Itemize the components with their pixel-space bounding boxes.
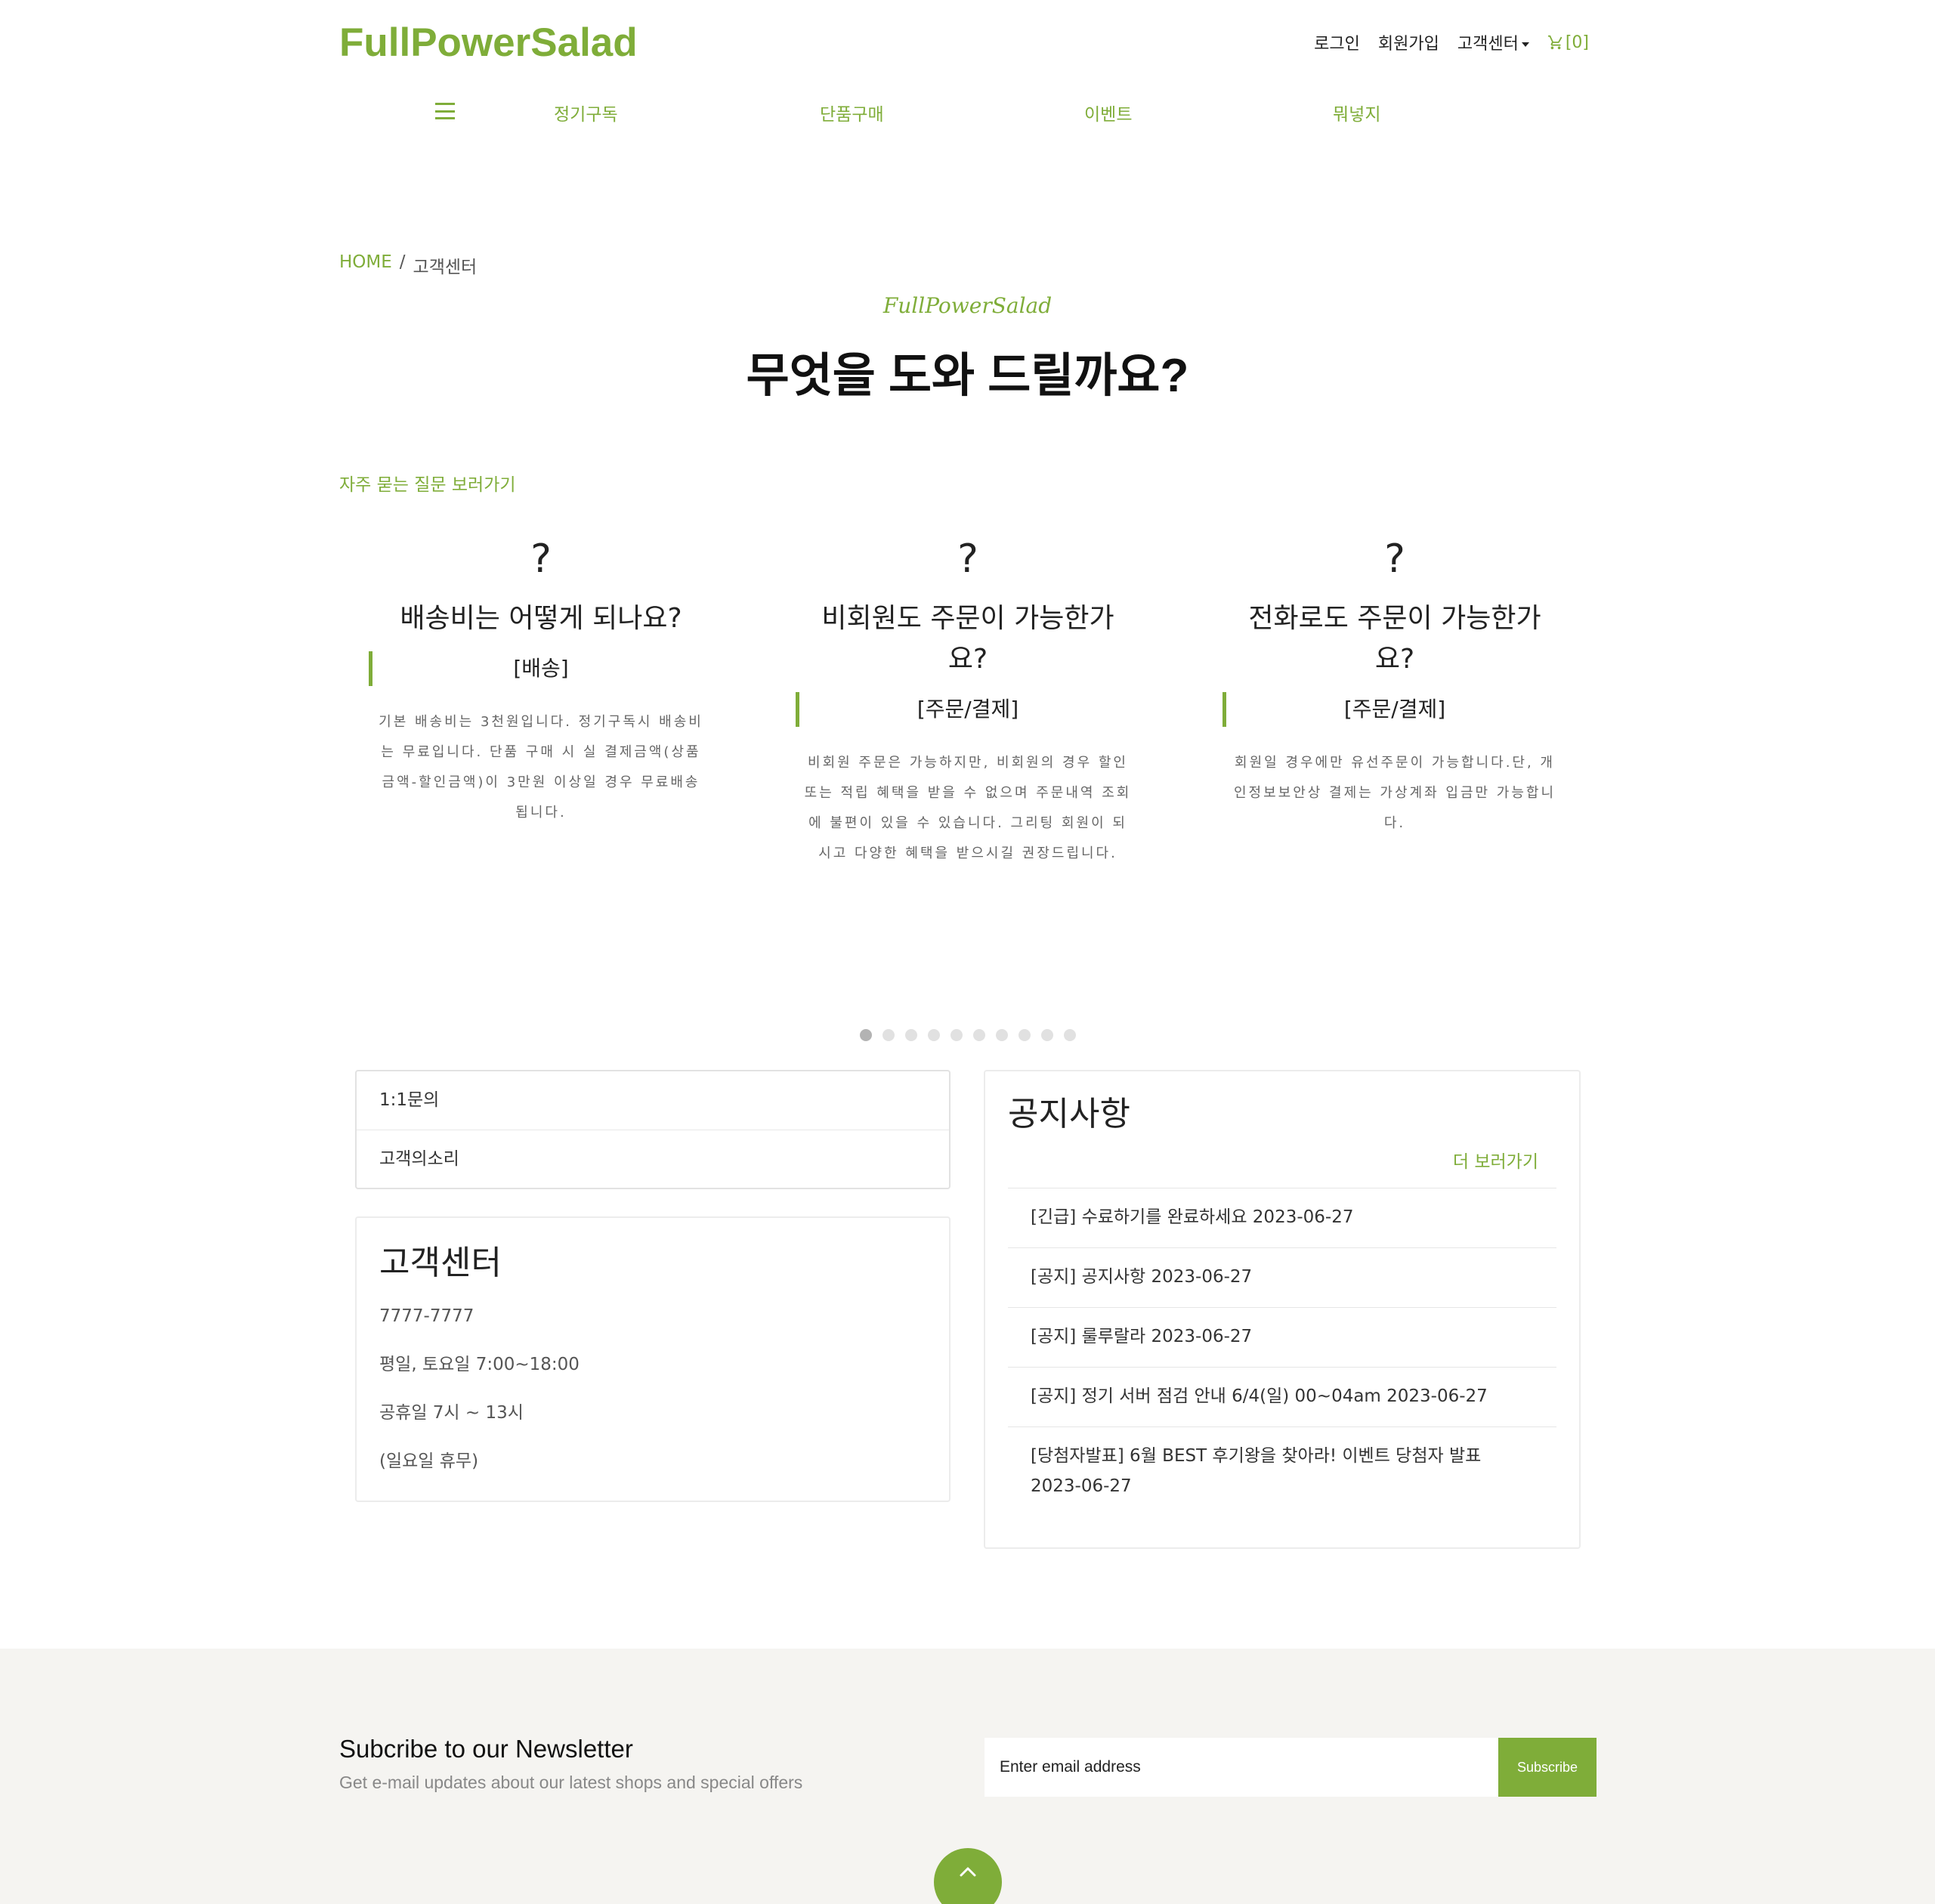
carousel-pagination (0, 1029, 1935, 1041)
cart-icon (1547, 35, 1563, 50)
notice-item[interactable]: [당첨자발표] 6월 BEST 후기왕을 찾아라! 이벤트 당첨자 발표 202… (1008, 1426, 1556, 1516)
inquiry-customer-voice[interactable]: 고객의소리 (357, 1130, 949, 1188)
cart-count: [0] (1565, 32, 1589, 52)
notice-item[interactable]: [공지] 룰루랄라 2023-06-27 (1008, 1307, 1556, 1367)
breadcrumb: HOME / 고객센터 (339, 252, 477, 278)
hero-brand: FullPowerSalad (882, 293, 1053, 318)
faq-link[interactable]: 자주 묻는 질문 보러가기 (339, 470, 516, 496)
notice-more-link[interactable]: 더 보러가기 (1008, 1147, 1556, 1177)
notice-card: 공지사항 더 보러가기 [긴급] 수료하기를 완료하세요 2023-06-27 … (984, 1070, 1581, 1549)
faq-card[interactable]: ? 전화로도 주문이 가능한가요? [주문/결제] 회원일 경우에만 유선주문이… (1221, 529, 1569, 839)
faq-category: [주문/결제] (916, 697, 1019, 722)
caret-down-icon (1521, 42, 1529, 47)
accent-bar (369, 651, 372, 686)
chevron-up-icon (960, 1867, 976, 1877)
nav-event[interactable]: 이벤트 (1084, 100, 1132, 125)
nav-single-purchase[interactable]: 단품구매 (820, 100, 884, 125)
faq-category: [주문/결제] (1343, 697, 1446, 722)
carousel-dot[interactable] (859, 1029, 872, 1041)
faq-answer: 비회원 주문은 가능하지만, 비회원의 경우 할인 또는 적립 혜택을 받을 수… (804, 755, 1132, 861)
faq-card[interactable]: ? 비회원도 주문이 가능한가요? [주문/결제] 비회원 주문은 가능하지만,… (794, 529, 1142, 869)
newsletter-subtitle: Get e-mail updates about our latest shop… (339, 1773, 803, 1792)
carousel-dot[interactable] (1063, 1029, 1076, 1041)
notice-item[interactable]: [긴급] 수료하기를 완료하세요 2023-06-27 (1008, 1188, 1556, 1247)
nav-what-to-add[interactable]: 뭐넣지 (1333, 100, 1380, 125)
page-title: 무엇을 도와 드릴까요? (746, 350, 1189, 402)
support-dropdown[interactable]: 고객센터 (1457, 30, 1529, 54)
notice-list: [긴급] 수료하기를 완료하세요 2023-06-27 [공지] 공지사항 20… (1008, 1188, 1556, 1516)
accent-bar (796, 692, 799, 727)
faq-card[interactable]: ? 배송비는 어떻게 되나요? [배송] 기본 배송비는 3천원입니다. 정기구… (367, 529, 715, 828)
carousel-dot[interactable] (904, 1029, 917, 1041)
faq-title: 배송비는 어떻게 되나요? (400, 603, 682, 634)
accent-bar (1223, 692, 1226, 727)
breadcrumb-current: 고객센터 (413, 258, 478, 277)
subscribe-button[interactable]: Subscribe (1498, 1738, 1597, 1797)
signup-link[interactable]: 회원가입 (1378, 30, 1439, 54)
login-link[interactable]: 로그인 (1314, 30, 1360, 54)
weekday-hours: 평일, 토요일 7:00~18:00 (379, 1355, 580, 1374)
top-links: 로그인 회원가입 고객센터 [0] (1314, 30, 1589, 54)
customer-center-title: 고객센터 (379, 1244, 502, 1282)
closed-day: (일요일 휴무) (379, 1451, 479, 1471)
carousel-dot[interactable] (950, 1029, 963, 1041)
newsletter-title: Subcribe to our Newsletter (339, 1735, 633, 1763)
email-input[interactable] (985, 1738, 1498, 1797)
carousel-dot[interactable] (882, 1029, 895, 1041)
carousel-dot[interactable] (1018, 1029, 1031, 1041)
inquiry-one-to-one[interactable]: 1:1문의 (357, 1071, 949, 1130)
faq-category: [배송] (513, 656, 569, 681)
notice-title: 공지사항 (1008, 1095, 1130, 1133)
support-label: 고객센터 (1457, 35, 1519, 54)
faq-title: 전화로도 주문이 가능한가요? (1248, 603, 1541, 675)
faq-title: 비회원도 주문이 가능한가요? (821, 603, 1114, 675)
holiday-hours: 공휴일 7시 ~ 13시 (379, 1403, 524, 1423)
site-logo[interactable]: FullPowerSalad (339, 20, 638, 66)
notice-item[interactable]: [공지] 정기 서버 점검 안내 6/4(일) 00~04am 2023-06-… (1008, 1367, 1556, 1426)
breadcrumb-separator: / (399, 252, 406, 272)
phone-number: 7777-7777 (379, 1306, 474, 1326)
faq-answer: 회원일 경우에만 유선주문이 가능합니다.단, 개인정보보안상 결제는 가상계좌… (1233, 755, 1556, 831)
question-mark-icon: ? (530, 536, 552, 582)
faq-answer: 기본 배송비는 3천원입니다. 정기구독시 배송비는 무료입니다. 단품 구매 … (379, 714, 703, 821)
notice-item[interactable]: [공지] 공지사항 2023-06-27 (1008, 1247, 1556, 1307)
carousel-dot[interactable] (972, 1029, 985, 1041)
hamburger-icon[interactable] (435, 103, 455, 119)
breadcrumb-home[interactable]: HOME (339, 252, 392, 278)
inquiry-list: 1:1문의 고객의소리 (355, 1070, 950, 1189)
carousel-dot[interactable] (927, 1029, 940, 1041)
nav-subscription[interactable]: 정기구독 (554, 100, 618, 125)
question-mark-icon: ? (957, 536, 978, 582)
carousel-dot[interactable] (995, 1029, 1008, 1041)
customer-center-card: 고객센터 7777-7777 평일, 토요일 7:00~18:00 공휴일 7시… (355, 1216, 950, 1502)
cart-link[interactable]: [0] (1547, 33, 1589, 52)
question-mark-icon: ? (1384, 536, 1405, 582)
carousel-dot[interactable] (1040, 1029, 1053, 1041)
